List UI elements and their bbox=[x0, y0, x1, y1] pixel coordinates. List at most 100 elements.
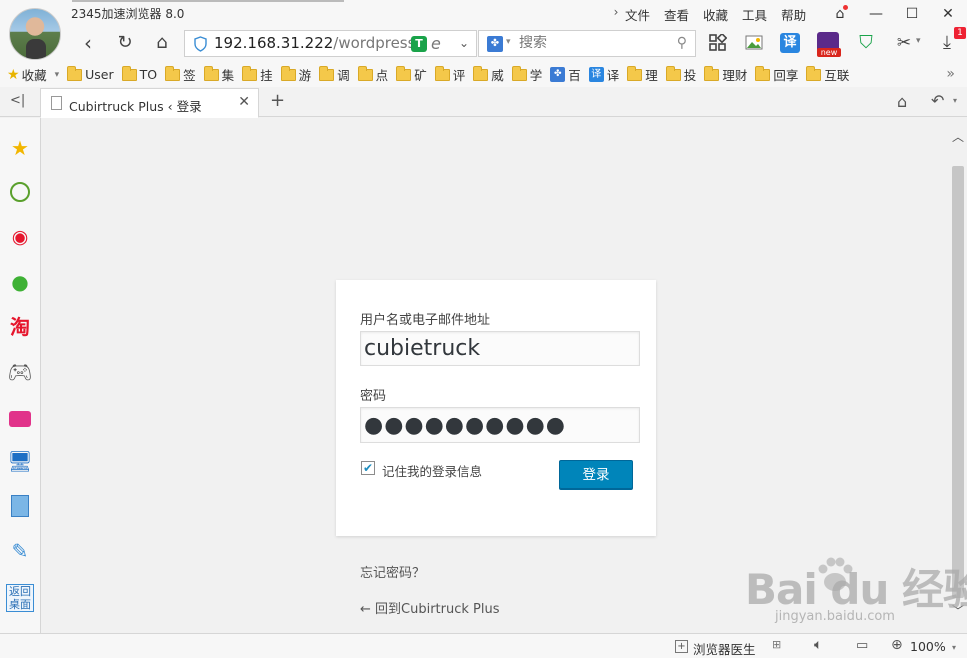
skin-icon[interactable]: ⌂ bbox=[822, 4, 858, 24]
guard-shield-icon[interactable]: ⛉ bbox=[855, 32, 877, 54]
bookmark-item[interactable]: 调 bbox=[319, 65, 350, 84]
app-title: 2345加速浏览器 8.0 bbox=[71, 7, 185, 21]
folder-icon bbox=[434, 65, 450, 81]
bookmark-item[interactable]: 回享 bbox=[755, 65, 798, 84]
tab-active[interactable]: Cubirtruck Plus ‹ 登录 ✕ bbox=[40, 88, 259, 118]
folder-icon bbox=[473, 65, 489, 81]
tab-title: Cubirtruck Plus ‹ 登录 bbox=[69, 99, 202, 114]
bookmark-item[interactable]: 游 bbox=[280, 65, 311, 84]
favorites-star-icon[interactable]: ★ bbox=[7, 135, 33, 161]
scissors-icon[interactable]: ✂ bbox=[893, 32, 915, 54]
menu-favorites[interactable]: 收藏 bbox=[703, 5, 728, 24]
tab-close-icon[interactable]: ✕ bbox=[238, 94, 250, 110]
return-desktop-button[interactable]: 返回 桌面 bbox=[6, 584, 34, 612]
lost-password-link[interactable]: 忘记密码？ bbox=[360, 562, 425, 581]
bookmark-item[interactable]: 学 bbox=[511, 65, 542, 84]
password-input[interactable] bbox=[360, 407, 640, 443]
search-icon[interactable]: ⚲ bbox=[677, 35, 687, 51]
bookmark-item[interactable]: 挂 bbox=[242, 65, 273, 84]
game-new-icon[interactable]: new bbox=[817, 32, 841, 57]
new-tab-button[interactable]: + bbox=[270, 90, 285, 111]
bookmarks-bar: ★ 收藏 ▾ User TO 签 集 挂 游 调 点 矿 评 威 学 ✤ 百 译译… bbox=[0, 62, 967, 87]
taobao-icon[interactable]: 淘 bbox=[7, 314, 33, 340]
bookmark-item[interactable]: TO bbox=[121, 65, 157, 82]
image-icon[interactable] bbox=[743, 32, 765, 54]
menu-chevron-icon[interactable]: › bbox=[607, 5, 625, 24]
ie-mode-icon[interactable]: ⊞ bbox=[772, 638, 781, 651]
remember-label[interactable]: 记住我的登录信息 bbox=[382, 461, 482, 480]
title-bar: 2345加速浏览器 8.0 › 文件 查看 收藏 工具 帮助 ⌂ — ☐ ✕ ‹… bbox=[0, 0, 967, 62]
password-label: 密码 bbox=[360, 389, 387, 404]
bookmark-item[interactable]: 威 bbox=[473, 65, 504, 84]
back-to-site-link[interactable]: ← 回到Cubirtruck Plus bbox=[360, 598, 500, 617]
undo-close-icon[interactable]: ↶ bbox=[931, 91, 944, 110]
clean-icon[interactable]: ⌂ bbox=[897, 92, 907, 111]
remember-checkbox[interactable]: ✔ bbox=[361, 461, 375, 475]
bookmark-item[interactable]: 译译 bbox=[588, 65, 619, 84]
doctor-icon[interactable]: + bbox=[675, 640, 688, 653]
folder-icon bbox=[121, 65, 137, 81]
url-text[interactable]: 192.168.31.222/wordpress bbox=[214, 34, 415, 52]
wechat-icon[interactable]: ● bbox=[7, 269, 33, 295]
search-input[interactable] bbox=[519, 35, 669, 51]
bookmark-item[interactable]: 理 bbox=[627, 65, 658, 84]
bookmark-item[interactable]: 点 bbox=[357, 65, 388, 84]
folder-icon bbox=[242, 65, 258, 81]
favorites-menu[interactable]: ★ 收藏 ▾ bbox=[7, 65, 59, 84]
translate-icon[interactable]: 译 bbox=[780, 33, 800, 53]
refresh-button[interactable]: ↻ bbox=[112, 30, 138, 56]
baidu-paw-icon: ✤ bbox=[550, 67, 566, 82]
chevron-down-icon[interactable]: ⌄ bbox=[452, 30, 477, 57]
bookmark-item[interactable]: 投 bbox=[665, 65, 696, 84]
bookmark-item[interactable]: 评 bbox=[434, 65, 465, 84]
address-bar[interactable]: 192.168.31.222/wordpress T e bbox=[184, 30, 476, 57]
bookmark-item[interactable]: 互联 bbox=[806, 65, 849, 84]
menu-tools[interactable]: 工具 bbox=[742, 5, 767, 24]
home-button[interactable]: ⌂ bbox=[149, 30, 175, 56]
browser-doctor-label[interactable]: 浏览器医生 bbox=[693, 639, 756, 658]
username-input[interactable] bbox=[360, 331, 640, 366]
scroll-up-icon[interactable]: ︿ bbox=[952, 128, 964, 145]
computer-icon[interactable]: 🖥︎ bbox=[7, 448, 33, 474]
menu-help[interactable]: 帮助 bbox=[781, 5, 806, 24]
bookmark-item[interactable]: 集 bbox=[203, 65, 234, 84]
login-button[interactable]: 登录 bbox=[559, 460, 633, 490]
minimize-button[interactable]: — bbox=[858, 4, 894, 24]
bookmark-item[interactable]: 签 bbox=[165, 65, 196, 84]
apps-grid-icon[interactable] bbox=[707, 32, 729, 54]
sound-icon[interactable]: 🔈︎ bbox=[814, 637, 822, 653]
calculator-icon[interactable] bbox=[7, 493, 33, 519]
menu-view[interactable]: 查看 bbox=[664, 5, 689, 24]
menu-file[interactable]: 文件 bbox=[625, 5, 650, 24]
scroll-thumb[interactable] bbox=[952, 166, 964, 598]
video-icon[interactable] bbox=[7, 403, 33, 429]
status-bar: + 浏览器医生 ⊞ 🔈︎ ▭ ⊕ 100% ▾ bbox=[0, 633, 967, 658]
bookmark-item[interactable]: ✤ 百 bbox=[550, 65, 581, 84]
window-icon[interactable]: ▭ bbox=[856, 638, 868, 653]
history-clock-icon[interactable] bbox=[7, 179, 33, 205]
search-engine-dropdown-icon[interactable]: ▾ bbox=[506, 37, 511, 47]
close-button[interactable]: ✕ bbox=[930, 4, 966, 24]
user-avatar[interactable] bbox=[9, 8, 61, 60]
weibo-icon[interactable]: ◉ bbox=[7, 224, 33, 250]
ie-mode-icon[interactable]: e bbox=[431, 34, 441, 53]
new-badge: new bbox=[817, 48, 841, 57]
baidu-paw-icon[interactable]: ✤ bbox=[487, 36, 503, 52]
search-bar[interactable]: ✤ ▾ ⚲ bbox=[478, 30, 696, 57]
chevron-down-icon: ▾ bbox=[54, 69, 60, 80]
bookmark-item[interactable]: 矿 bbox=[396, 65, 427, 84]
notepad-icon[interactable]: ✎ bbox=[7, 538, 33, 564]
scissors-dropdown-icon[interactable]: ▾ bbox=[916, 36, 921, 46]
security-t-icon[interactable]: T bbox=[411, 36, 427, 52]
bookmarks-more-icon[interactable]: » bbox=[946, 66, 955, 82]
sidebar-toggle-icon[interactable]: <| bbox=[10, 93, 25, 108]
bookmark-item[interactable]: User bbox=[67, 65, 114, 82]
gamepad-icon[interactable]: 🎮︎ bbox=[7, 359, 33, 385]
bookmark-item[interactable]: 理财 bbox=[704, 65, 747, 84]
zoom-icon[interactable]: ⊕ bbox=[891, 637, 903, 653]
undo-dropdown-icon[interactable]: ▾ bbox=[953, 96, 957, 105]
zoom-dropdown-icon[interactable]: ▾ bbox=[952, 643, 956, 652]
back-button[interactable]: ‹ bbox=[75, 30, 101, 56]
maximize-button[interactable]: ☐ bbox=[894, 4, 930, 24]
zoom-level[interactable]: 100% bbox=[910, 639, 946, 654]
